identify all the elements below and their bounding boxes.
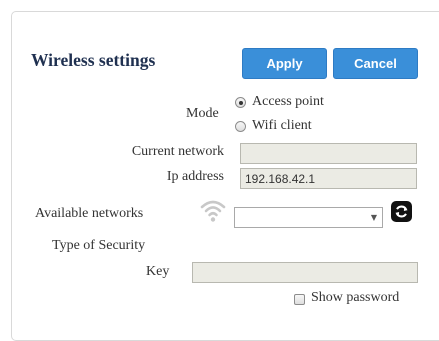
apply-button[interactable]: Apply xyxy=(242,48,327,79)
available-networks-select[interactable]: ▼ xyxy=(234,207,383,228)
access-point-radio[interactable] xyxy=(235,97,246,108)
mode-label: Mode xyxy=(186,106,219,121)
cancel-button[interactable]: Cancel xyxy=(333,48,418,79)
current-network-field[interactable] xyxy=(240,143,417,164)
key-label: Key xyxy=(146,264,170,279)
security-type-label: Type of Security xyxy=(52,238,146,253)
page-title: Wireless settings xyxy=(31,50,156,70)
show-password-label: Show password xyxy=(311,290,400,305)
access-point-label: Access point xyxy=(252,94,324,109)
wifi-client-label: Wifi client xyxy=(252,118,312,133)
wifi-icon xyxy=(200,198,226,226)
ip-address-field[interactable]: 192.168.42.1 xyxy=(240,168,417,189)
key-field[interactable] xyxy=(192,262,418,283)
wifi-client-radio[interactable] xyxy=(235,121,246,132)
ip-address-label: Ip address xyxy=(166,169,224,184)
show-password-checkbox[interactable] xyxy=(294,294,305,305)
refresh-icon xyxy=(395,205,408,218)
available-networks-label: Available networks xyxy=(35,206,144,221)
chevron-down-icon: ▼ xyxy=(370,213,377,222)
refresh-button[interactable] xyxy=(391,201,412,222)
current-network-label: Current network xyxy=(131,144,224,159)
